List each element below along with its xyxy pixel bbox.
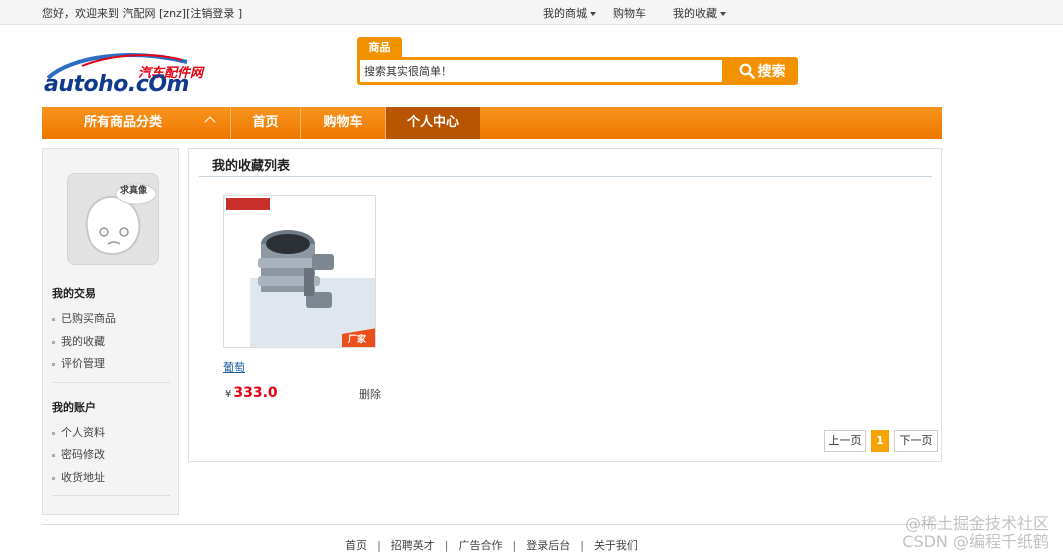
prev-page-button[interactable]: 上一页 [824,430,866,452]
section-title-trades: 我的交易 [52,287,96,300]
footer-links: 首页 | 招聘英才 | 广告合作 | 登录后台 | 关于我们 [0,537,983,553]
page-title: 我的收藏列表 [212,159,291,174]
sidebar-item-password[interactable]: 密码修改 [52,446,105,462]
next-page-button[interactable]: 下一页 [894,430,938,452]
footer-link-home[interactable]: 首页 [345,539,367,552]
section-divider [52,495,170,496]
my-favorites-menu[interactable]: 我的收藏 [673,5,726,21]
avatar-bubble-text: 求真像 [120,186,148,196]
username: [znz][ [159,7,191,20]
search-button-label: 搜索 [757,64,786,80]
section-divider [52,382,170,383]
footer-link-admin[interactable]: 登录后台 [526,539,570,552]
cart-label: 购物车 [613,7,646,20]
sidebar-item-address[interactable]: 收货地址 [52,469,105,485]
avatar[interactable]: 求真像 [67,173,159,265]
top-bar: 您好，欢迎来到 汽配网 [znz][注销登录 ] 我的商城 购物车 我的收藏 [0,0,1063,25]
footer-separator: | [444,539,449,552]
nav-item-personal-center[interactable]: 个人中心 [386,107,480,139]
product-name-link[interactable]: 葡萄 [223,359,245,375]
footer-separator: | [512,539,517,552]
footer-link-about[interactable]: 关于我们 [594,539,638,552]
favorites-panel: 我的收藏列表 厂家 葡萄 ¥333.0 删除 上一页 1 下一页 [188,148,942,462]
cart-link[interactable]: 购物车 [613,5,646,21]
delete-favorite-link[interactable]: 删除 [359,386,381,402]
all-categories-label: 所有商品分类 [84,115,163,130]
sidebar-item-profile[interactable]: 个人资料 [52,424,105,440]
logout-link[interactable]: 注销登录 [190,7,234,20]
section-title-account: 我的账户 [52,401,96,414]
sidebar-item-reviews[interactable]: 评价管理 [52,355,105,371]
search-icon [739,63,755,79]
footer-separator: | [377,539,381,552]
welcome-suffix: ] [237,7,243,20]
logo-en-text: autoho.cOm [44,72,189,97]
pipe-clamp-image [224,196,375,347]
current-page-button[interactable]: 1 [871,430,889,452]
caret-down-icon [720,12,726,16]
sidebar-item-favorites[interactable]: 我的收藏 [52,333,105,349]
welcome-prefix: 您好，欢迎来到 汽配网 [42,7,156,20]
title-divider [199,176,932,177]
nav-item-label: 个人中心 [406,115,459,130]
footer-link-careers[interactable]: 招聘英才 [391,539,435,552]
sidebar-item-purchased[interactable]: 已购买商品 [52,310,116,326]
watermark-line-2: CSDN @编程千纸鹤 [902,532,1049,551]
image-stamp-text: 厂家 [348,335,367,345]
nav-item-cart[interactable]: 购物车 [301,107,385,139]
caret-down-icon [590,12,596,16]
footer-separator: | [580,539,584,552]
main-nav: 所有商品分类 首页 购物车 个人中心 [42,107,942,139]
my-mall-label: 我的商城 [543,7,587,20]
nav-item-label: 首页 [252,115,279,130]
footer-divider [42,524,942,525]
search-tab-products[interactable]: 商品 [357,37,402,58]
price-value: 333.0 [233,385,278,401]
site-logo[interactable]: 汽车配件网 autoho.cOm [42,48,207,97]
welcome-message: 您好，欢迎来到 汽配网 [znz][注销登录 ] [42,5,242,21]
my-favorites-label: 我的收藏 [673,7,717,20]
nav-item-label: 购物车 [323,115,363,130]
search-box: 搜索 [357,57,798,85]
search-input[interactable] [360,60,722,82]
currency-symbol: ¥ [225,389,232,400]
watermark: @稀土掘金技术社区 CSDN @编程千纸鹤 [902,515,1049,551]
product-price: ¥333.0 [225,385,278,401]
nav-item-home[interactable]: 首页 [231,107,300,139]
product-image[interactable]: 厂家 [223,195,376,348]
all-categories-menu[interactable]: 所有商品分类 [42,107,230,139]
my-mall-menu[interactable]: 我的商城 [543,5,596,21]
search-button[interactable]: 搜索 [729,59,795,83]
watermark-line-1: @稀土掘金技术社区 [904,514,1049,533]
footer-link-ads[interactable]: 广告合作 [459,539,503,552]
chevron-up-icon [204,116,216,128]
account-sidebar: 求真像 我的交易 已购买商品 我的收藏 评价管理 我的账户 个人资料 密码修改 … [42,148,179,515]
